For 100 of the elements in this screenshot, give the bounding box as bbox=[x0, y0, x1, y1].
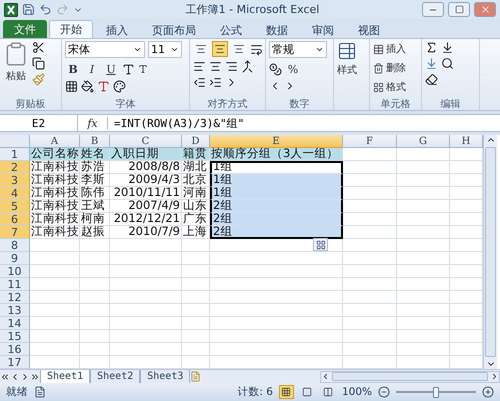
count-text: 计数: 6 bbox=[237, 385, 273, 399]
table-cell: 姓名 bbox=[80, 148, 110, 161]
columns-icon bbox=[323, 387, 334, 397]
decrease-indent-icon bbox=[193, 76, 206, 89]
formula-field[interactable]: =INT(ROW(A3)/3)&"组" bbox=[108, 116, 244, 130]
row-header[interactable]: 10 bbox=[0, 265, 30, 278]
table-cell: 上海 bbox=[182, 226, 210, 239]
row-header[interactable]: 2 bbox=[0, 161, 30, 174]
styles-button[interactable]: 样式 bbox=[337, 41, 357, 110]
font-name-value: 宋体 bbox=[68, 42, 90, 57]
scrollbar-thumb[interactable] bbox=[485, 147, 496, 357]
row-header[interactable]: 13 bbox=[0, 304, 30, 317]
table-cell: 北京 bbox=[182, 174, 210, 187]
table-icon bbox=[337, 41, 357, 61]
table-cell: 山东 bbox=[182, 200, 210, 213]
row-header[interactable]: 4 bbox=[0, 187, 30, 200]
column-header[interactable]: D bbox=[182, 135, 210, 148]
group-label: 数字 bbox=[288, 98, 310, 110]
selected-cell: 2组 bbox=[210, 213, 343, 226]
row-header[interactable]: 16 bbox=[0, 343, 30, 356]
arrow-down-icon bbox=[441, 41, 454, 54]
sheet-tab[interactable]: Sheet1 bbox=[40, 370, 90, 384]
eraser-icon bbox=[425, 73, 438, 86]
column-header[interactable]: A bbox=[30, 135, 80, 148]
sheet-tab[interactable]: Sheet2 bbox=[90, 370, 140, 384]
table-cell: 王斌 bbox=[80, 200, 110, 213]
name-box[interactable]: E2 bbox=[0, 115, 78, 131]
maximize-button[interactable] bbox=[448, 2, 470, 17]
cells-menu-button[interactable]: 格式 bbox=[373, 79, 406, 95]
file-tab[interactable]: 文件 bbox=[3, 20, 47, 38]
table-cell: 按顺序分组（3人一组） bbox=[210, 148, 343, 161]
font-size-field[interactable]: 11 bbox=[148, 41, 182, 58]
paste-button[interactable]: 粘贴 bbox=[3, 41, 29, 97]
ribbon-tab[interactable]: 公式 bbox=[209, 21, 253, 38]
column-header[interactable]: E bbox=[210, 135, 343, 148]
group-label: 剪贴板 bbox=[14, 98, 46, 110]
number-format-field[interactable]: 常规 bbox=[269, 41, 327, 58]
italic-button[interactable]: I bbox=[84, 61, 100, 77]
bold-button[interactable]: B bbox=[65, 61, 81, 77]
cells-menu-button[interactable]: 删除 bbox=[373, 60, 406, 76]
table-cell: 广东 bbox=[182, 213, 210, 226]
group-label: 编辑 bbox=[440, 98, 462, 110]
insert-function-button[interactable]: fx bbox=[78, 116, 108, 130]
zoom-out-icon bbox=[378, 386, 390, 398]
zoom-slider-thumb[interactable] bbox=[433, 386, 439, 398]
table-cell: 李斯 bbox=[80, 174, 110, 187]
column-header[interactable]: H bbox=[450, 135, 483, 148]
percent-button[interactable]: % bbox=[285, 61, 301, 77]
row-header[interactable]: 1 bbox=[0, 148, 30, 161]
row-header[interactable]: 8 bbox=[0, 239, 30, 252]
grow-font-icon bbox=[122, 62, 135, 76]
app-logo-icon bbox=[4, 2, 18, 16]
table-cell: 入职日期 bbox=[110, 148, 182, 161]
row-header[interactable]: 11 bbox=[0, 278, 30, 291]
align-right-icon bbox=[225, 60, 238, 73]
ribbon-tab[interactable]: 插入 bbox=[95, 21, 139, 38]
font-name-field[interactable]: 宋体 bbox=[65, 41, 145, 58]
row-header[interactable]: 14 bbox=[0, 317, 30, 330]
row-header[interactable]: 15 bbox=[0, 330, 30, 343]
view-button[interactable] bbox=[278, 385, 294, 399]
column-header[interactable]: C bbox=[110, 135, 182, 148]
dropdown-caret-icon bbox=[315, 45, 324, 54]
ribbon-tab[interactable]: 开始 bbox=[49, 20, 93, 38]
window-title: 工作簿1 - Microsoft Excel bbox=[184, 2, 320, 17]
ribbon-tab[interactable]: 页面布局 bbox=[141, 21, 207, 38]
row-header[interactable]: 12 bbox=[0, 291, 30, 304]
cells-menu-button[interactable]: 插入 bbox=[373, 41, 406, 57]
row-header[interactable]: 5 bbox=[0, 200, 30, 213]
table-cell: 籍贯 bbox=[182, 148, 210, 161]
table-cell: 2007/4/9 bbox=[110, 200, 182, 213]
vertical-align-button[interactable] bbox=[212, 41, 228, 57]
font-size-value: 11 bbox=[151, 43, 165, 56]
row-header[interactable]: 17 bbox=[0, 356, 30, 369]
status-text: 就绪 bbox=[6, 385, 28, 399]
column-header[interactable]: F bbox=[343, 135, 397, 148]
grid-icon bbox=[281, 387, 292, 397]
ribbon-tab[interactable]: 视图 bbox=[347, 21, 391, 38]
table-cell: 江南科技 bbox=[30, 187, 80, 200]
row-header[interactable]: 6 bbox=[0, 213, 30, 226]
first-sheet-icon bbox=[0, 372, 10, 382]
selected-cell: 1组 bbox=[210, 174, 343, 187]
borders-icon bbox=[65, 80, 78, 93]
column-header[interactable]: B bbox=[80, 135, 110, 148]
ribbon-tab[interactable]: 审阅 bbox=[301, 21, 345, 38]
underline-button[interactable]: U bbox=[103, 61, 119, 77]
trash-icon bbox=[373, 62, 384, 74]
table-cell: 江南科技 bbox=[30, 161, 80, 174]
scrollbar-thumb[interactable] bbox=[332, 372, 488, 381]
format-painter-icon bbox=[32, 73, 45, 86]
ribbon-tab[interactable]: 数据 bbox=[255, 21, 299, 38]
vertical-scrollbar[interactable] bbox=[483, 135, 497, 369]
row-header[interactable]: 9 bbox=[0, 252, 30, 265]
sheet-tab[interactable]: Sheet3 bbox=[140, 370, 190, 384]
auto-fill-options-button[interactable] bbox=[313, 238, 328, 251]
selected-cell: 1组 bbox=[210, 187, 343, 200]
coins-icon bbox=[269, 62, 282, 76]
horizontal-scrollbar[interactable] bbox=[320, 370, 500, 382]
column-header[interactable]: G bbox=[397, 135, 450, 148]
row-header[interactable]: 7 bbox=[0, 226, 30, 239]
row-header[interactable]: 3 bbox=[0, 174, 30, 187]
